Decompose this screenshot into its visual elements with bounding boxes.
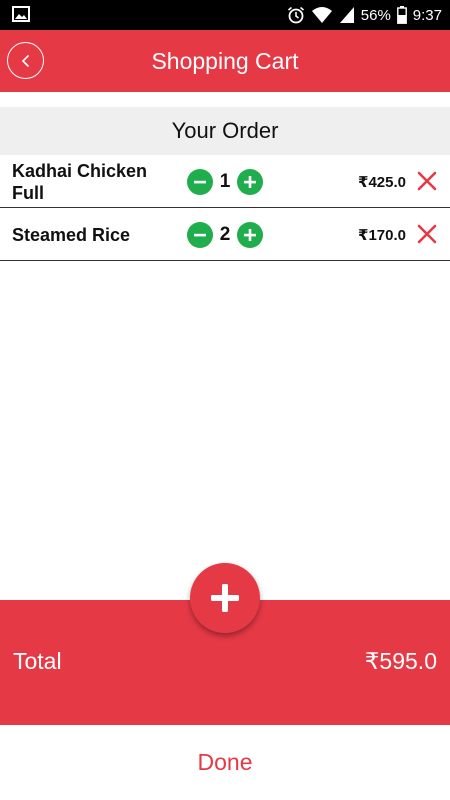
battery-percentage: 56%: [360, 6, 391, 24]
remove-item-icon[interactable]: [416, 223, 438, 245]
plus-icon: [244, 175, 256, 188]
increase-quantity-button[interactable]: [237, 221, 263, 248]
quantity-value: 1: [219, 170, 231, 192]
item-name: Steamed Rice: [12, 224, 131, 245]
total-amount: ₹595.0: [364, 648, 437, 674]
quantity-stepper: 1: [187, 155, 263, 208]
increase-quantity-button[interactable]: [237, 168, 263, 195]
add-item-button[interactable]: [190, 563, 260, 633]
done-button[interactable]: Done: [198, 749, 253, 776]
remove-item-icon[interactable]: [416, 170, 438, 192]
minus-icon: [194, 233, 206, 236]
total-label: Total: [13, 648, 62, 674]
decrease-quantity-button[interactable]: [187, 221, 213, 248]
item-price: ₹170.0: [358, 226, 406, 244]
wifi-icon: [311, 7, 332, 23]
quantity-value: 2: [219, 223, 231, 245]
page-title: Shopping Cart: [151, 48, 299, 74]
minus-icon: [194, 180, 206, 183]
cart-item-row: Steamed Rice 2 ₹170.0: [0, 208, 450, 261]
item-name: Kadhai Chicken Full: [12, 160, 148, 203]
alarm-icon: [287, 6, 304, 24]
status-bar: 56% 9:37: [0, 0, 450, 30]
order-section-title: Your Order: [0, 107, 450, 155]
image-icon: [12, 6, 30, 22]
plus-icon: [244, 228, 256, 241]
item-price: ₹425.0: [358, 173, 406, 191]
cart-item-row: Kadhai Chicken Full 1 ₹425.0: [0, 155, 450, 208]
plus-icon: [211, 584, 239, 612]
app-header: Shopping Cart: [0, 30, 450, 92]
quantity-stepper: 2: [187, 208, 263, 261]
done-area: Done: [0, 725, 450, 800]
decrease-quantity-button[interactable]: [187, 168, 213, 195]
clock-time: 9:37: [412, 6, 442, 24]
battery-icon: [396, 6, 407, 24]
signal-icon: [339, 7, 354, 23]
cart-item-list: Kadhai Chicken Full 1 ₹425.0 Steamed Ric…: [0, 155, 450, 261]
